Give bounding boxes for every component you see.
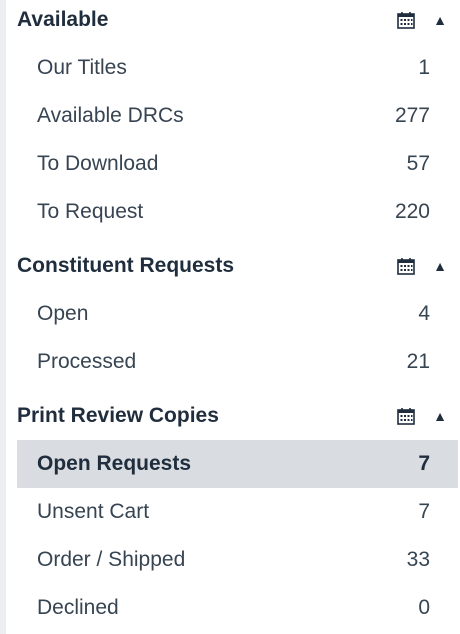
list-item[interactable]: To Download 57 <box>6 140 460 188</box>
item-label: To Download <box>37 152 159 175</box>
list-item[interactable]: Declined 0 <box>6 584 460 632</box>
item-count: 220 <box>394 200 430 223</box>
item-label: Unsent Cart <box>37 500 150 523</box>
list-item[interactable]: Order / Shipped 33 <box>6 536 460 584</box>
section-header-print-review-copies: Print Review Copies ▲ <box>6 396 460 436</box>
item-label: Open Requests <box>37 452 192 475</box>
list-item[interactable]: To Request 220 <box>6 188 460 236</box>
list-item-active[interactable]: Open Requests 7 <box>17 440 458 488</box>
calendar-icon[interactable] <box>396 257 416 275</box>
list-item[interactable]: Our Titles 1 <box>6 44 460 92</box>
section-header-constituent-requests: Constituent Requests ▲ <box>6 246 460 286</box>
sidebar-panel: Available ▲ Our Titles 1 Available DRCs … <box>6 0 460 634</box>
list-item[interactable]: Available DRCs 277 <box>6 92 460 140</box>
calendar-icon[interactable] <box>396 407 416 425</box>
item-label: Order / Shipped <box>37 548 186 571</box>
item-count: 33 <box>406 548 430 571</box>
item-count: 7 <box>418 500 430 523</box>
calendar-icon[interactable] <box>396 11 416 29</box>
item-count: 0 <box>418 596 430 619</box>
item-count: 21 <box>406 350 430 373</box>
item-label: To Request <box>37 200 144 223</box>
item-label: Available DRCs <box>37 104 184 127</box>
list-item[interactable]: Processed 21 <box>6 338 460 386</box>
list-item[interactable]: Open 4 <box>6 290 460 338</box>
item-label: Our Titles <box>37 56 127 79</box>
item-label: Open <box>37 302 89 325</box>
section-title: Print Review Copies <box>17 404 219 427</box>
section-title: Constituent Requests <box>17 254 235 277</box>
item-count: 4 <box>418 302 430 325</box>
item-label: Processed <box>37 350 137 373</box>
caret-up-icon[interactable]: ▲ <box>430 12 450 28</box>
item-count: 7 <box>418 452 430 475</box>
list-item[interactable]: Unsent Cart 7 <box>6 488 460 536</box>
caret-up-icon[interactable]: ▲ <box>430 258 450 274</box>
section-title: Available <box>17 8 109 31</box>
caret-up-icon[interactable]: ▲ <box>430 408 450 424</box>
item-count: 57 <box>406 152 430 175</box>
item-count: 277 <box>394 104 430 127</box>
item-count: 1 <box>418 56 430 79</box>
item-label: Declined <box>37 596 119 619</box>
section-header-available: Available ▲ <box>6 0 460 40</box>
